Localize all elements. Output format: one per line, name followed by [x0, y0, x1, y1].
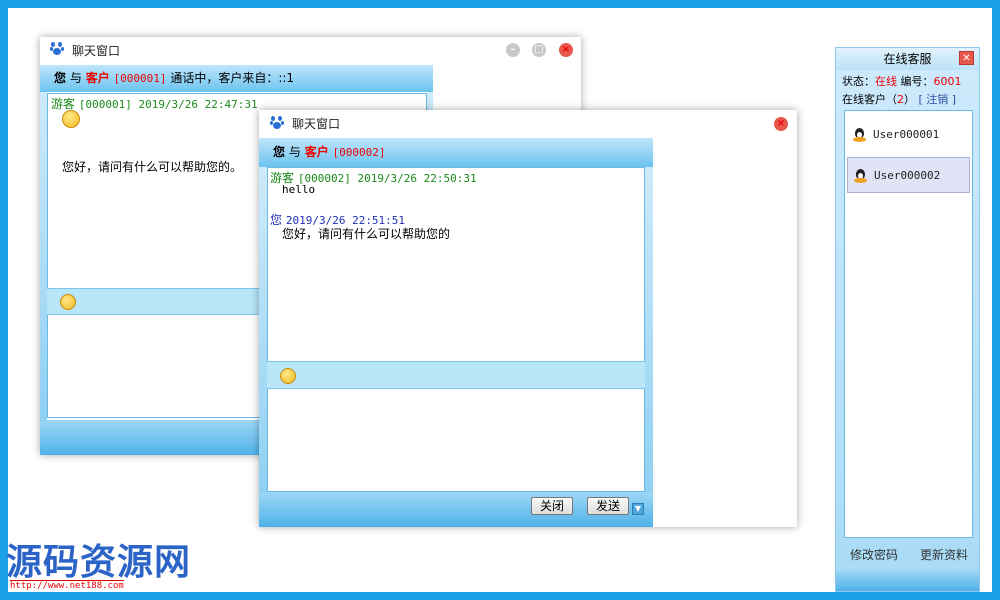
close-icon[interactable]: ×	[559, 43, 573, 57]
number-label: 编号：	[900, 75, 934, 88]
online-user-list: User000001 User000002	[844, 110, 973, 538]
status-value: 在线	[875, 75, 897, 88]
change-password-link[interactable]: 修改密码	[850, 546, 898, 563]
paw-logo-icon	[270, 116, 284, 130]
panel-title-text: 在线客服	[883, 52, 932, 66]
emoji-picker-icon[interactable]	[280, 368, 296, 384]
status-label: 状态：	[842, 75, 875, 88]
chat-left-border	[259, 167, 267, 497]
panel-title: 在线客服 ✕	[836, 48, 979, 70]
list-item[interactable]: User000002	[847, 157, 970, 193]
qq-penguin-icon	[853, 128, 866, 142]
online-count: 2	[897, 93, 904, 106]
qq-penguin-icon	[854, 169, 867, 183]
chat-header: 您 与 客户 [000001] 通话中，客户来自：::1	[40, 65, 433, 92]
window-titlebar[interactable]: 聊天窗口 – □ ×	[40, 37, 581, 65]
chat-window-2: 聊天窗口 × 您 与 客户 [000002] 游客 [000002] 2019/…	[259, 110, 797, 527]
message-area: 游客 [000002] 2019/3/26 22:50:31 hello 您 2…	[267, 167, 645, 362]
paw-logo-icon	[50, 42, 64, 56]
message-timestamp: [000001] 2019/3/26 22:47:31	[78, 98, 258, 111]
chat-header: 您 与 客户 [000002]	[259, 138, 653, 167]
list-item[interactable]: User000001	[847, 117, 970, 153]
logout-link[interactable]: [ 注销 ]	[919, 93, 957, 106]
online-label: 在线客户（	[842, 93, 897, 106]
emoji-toolbar	[267, 361, 645, 389]
status-line: 状态：在线 编号：6001	[842, 73, 962, 89]
close-icon[interactable]: ×	[774, 117, 788, 131]
user-name: User000001	[873, 128, 940, 141]
maximize-icon[interactable]: □	[532, 43, 546, 57]
window-titlebar[interactable]: 聊天窗口 ×	[259, 110, 797, 138]
panel-footer	[836, 570, 979, 591]
chat-right-border	[645, 167, 653, 497]
watermark-text: 源码资源网	[6, 541, 192, 583]
header-with: 与	[288, 145, 301, 159]
header-you: 您	[273, 145, 286, 159]
customer-service-panel: 在线客服 ✕ 状态：在线 编号：6001 在线客户（2） [ 注销 ] User…	[835, 47, 980, 592]
send-button[interactable]: 发送	[587, 497, 629, 515]
header-status: 通话中，客户来自：::1	[170, 71, 295, 85]
online-clients-line: 在线客户（2） [ 注销 ]	[842, 91, 956, 107]
header-client-id: [000002]	[332, 146, 386, 159]
message-sender: 游客	[51, 97, 76, 111]
message-timestamp: [000002] 2019/3/26 22:50:31	[297, 172, 477, 185]
message-text: hello	[282, 183, 316, 196]
header-client-id: [000001]	[113, 72, 167, 85]
message-text: 您好，请问有什么可以帮助您的。	[62, 160, 243, 174]
header-with: 与	[69, 71, 82, 85]
minimize-icon[interactable]: –	[506, 43, 520, 57]
message-input[interactable]	[267, 389, 645, 492]
message-sender: 您	[270, 213, 283, 227]
number-value: 6001	[933, 75, 962, 88]
close-button[interactable]: 关闭	[531, 497, 573, 515]
panel-close-icon[interactable]: ✕	[959, 51, 974, 65]
header-role: 客户	[304, 145, 329, 159]
header-role: 客户	[85, 71, 110, 85]
grin-emoji-icon	[62, 110, 80, 128]
update-profile-link[interactable]: 更新资料	[920, 546, 968, 563]
user-name: User000002	[874, 169, 941, 182]
window-title: 聊天窗口	[72, 44, 121, 58]
emoji-picker-icon[interactable]	[60, 294, 76, 310]
send-options-chevron-down-icon[interactable]: ▼	[632, 503, 644, 515]
online-suffix: ）	[904, 93, 915, 106]
watermark-url: http://www.net188.com	[10, 580, 124, 591]
message-text: 您好，请问有什么可以帮助您的	[282, 227, 451, 241]
header-you: 您	[54, 71, 67, 85]
chat-left-border	[40, 92, 47, 422]
message-meta: 游客 [000001] 2019/3/26 22:47:31	[51, 95, 258, 112]
window-title: 聊天窗口	[292, 117, 341, 131]
